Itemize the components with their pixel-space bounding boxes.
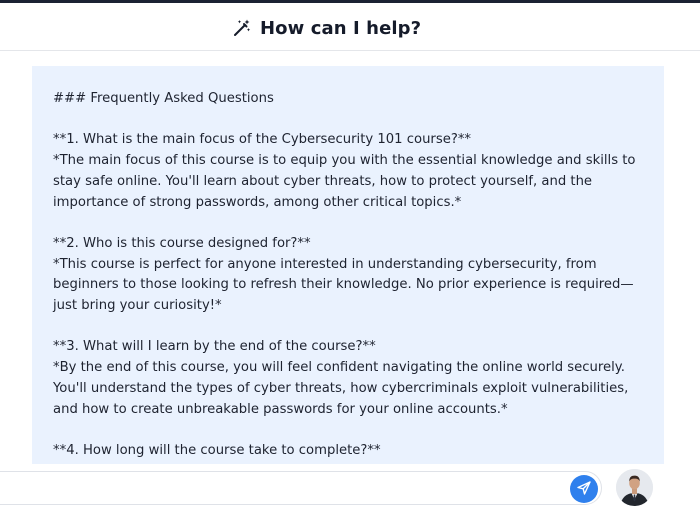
faq-question-1: **1. What is the main focus of the Cyber… xyxy=(53,132,472,148)
faq-response-panel: ### Frequently Asked Questions **1. What… xyxy=(32,66,664,464)
send-button[interactable] xyxy=(570,475,598,503)
composer-bar xyxy=(0,464,700,506)
faq-heading: ### Frequently Asked Questions xyxy=(53,91,274,106)
faq-text: ### Frequently Asked Questions **1. What… xyxy=(53,89,649,462)
faq-answer-2: *This course is perfect for anyone inter… xyxy=(53,256,634,313)
faq-question-4: **4. How long will the course take to co… xyxy=(53,442,381,458)
faq-answer-1: *The main focus of this course is to equ… xyxy=(53,153,636,210)
page-title: How can I help? xyxy=(260,17,422,39)
header-title-group: How can I help? xyxy=(232,16,421,40)
avatar[interactable] xyxy=(616,469,653,506)
faq-question-3: **3. What will I learn by the end of the… xyxy=(53,339,376,355)
faq-answer-3: *By the end of this course, you will fee… xyxy=(53,360,629,417)
send-icon xyxy=(577,480,591,499)
faq-question-2: **2. Who is this course designed for?** xyxy=(53,235,311,251)
magic-wand-icon xyxy=(232,18,252,38)
header: How can I help? xyxy=(0,3,700,51)
chat-input[interactable] xyxy=(0,471,602,505)
